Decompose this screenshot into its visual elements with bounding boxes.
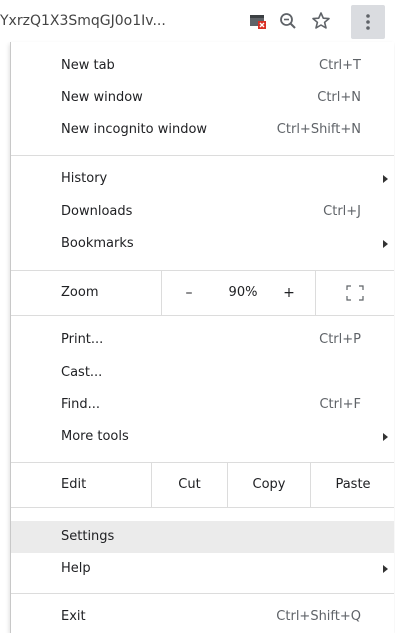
edit-label: Edit [61,477,87,492]
menu-item-more-tools[interactable]: More tools [11,421,394,453]
menu-item-print[interactable]: Print... Ctrl+P [11,324,394,356]
submenu-arrow-icon [383,565,388,573]
fullscreen-button[interactable] [315,271,395,315]
menu-kebab-icon[interactable] [351,5,385,39]
menu-item-help[interactable]: Help [11,553,394,585]
menu-separator [11,507,394,508]
zoom-out-button[interactable]: – [174,271,204,315]
menu-separator [11,593,394,594]
zoom-in-button[interactable]: + [276,271,302,315]
menu-item-find[interactable]: Find... Ctrl+F [11,389,394,421]
paste-button[interactable]: Paste [310,463,395,507]
omnibox-url[interactable]: YxrzQ1X3SmqGJ0o1Iv... [0,11,166,31]
menu-separator [11,315,394,316]
menu-item-new-incognito-window[interactable]: New incognito window Ctrl+Shift+N [11,114,394,146]
edit-row: Edit Cut Copy Paste [11,463,394,507]
zoom-label: Zoom [61,285,99,300]
menu-item-downloads[interactable]: Downloads Ctrl+J [11,196,394,228]
menu-item-new-window[interactable]: New window Ctrl+N [11,82,394,114]
menu-item-settings[interactable]: Settings [11,521,394,553]
menu-item-new-tab[interactable]: New tab Ctrl+T [11,50,394,82]
browser-menu: New tab Ctrl+T New window Ctrl+N New inc… [10,42,394,633]
submenu-arrow-icon [383,433,388,441]
zoom-level: 90% [228,285,258,300]
copy-button[interactable]: Copy [227,463,310,507]
menu-item-exit[interactable]: Exit Ctrl+Shift+Q [11,601,394,633]
cast-blocked-icon[interactable] [246,9,270,33]
menu-item-cast[interactable]: Cast... [11,357,394,389]
menu-item-history[interactable]: History [11,163,394,195]
browser-toolbar: YxrzQ1X3SmqGJ0o1Iv... [0,0,395,42]
submenu-arrow-icon [383,240,388,248]
zoom-row: Zoom – 90% + [11,271,394,315]
fullscreen-icon [346,285,364,301]
star-icon[interactable] [309,9,333,33]
submenu-arrow-icon [383,175,388,183]
menu-item-bookmarks[interactable]: Bookmarks [11,228,394,260]
zoom-icon[interactable] [276,9,300,33]
menu-separator [11,155,394,156]
cut-button[interactable]: Cut [151,463,227,507]
